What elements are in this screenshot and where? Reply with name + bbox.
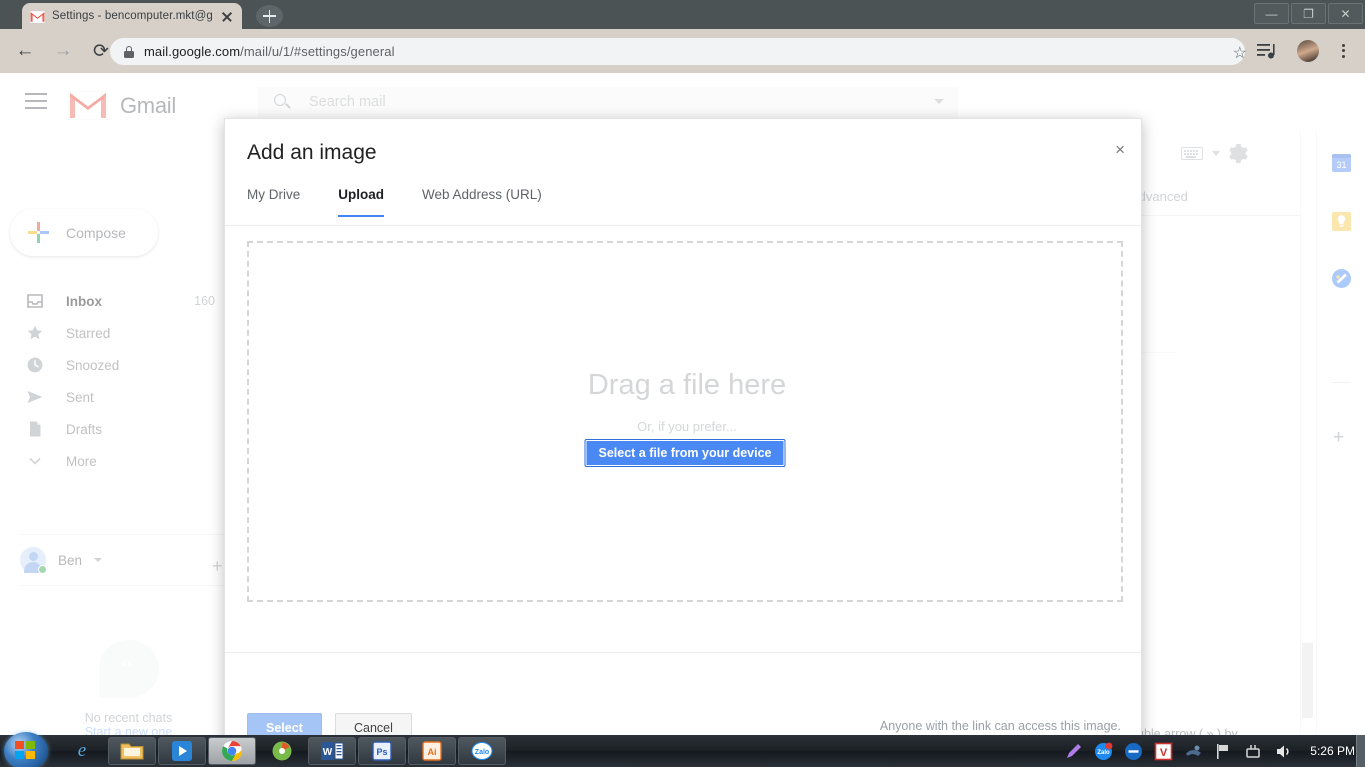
taskbar-microsoft-word[interactable]: W <box>308 737 356 765</box>
lock-icon <box>124 45 134 58</box>
start-button[interactable] <box>4 732 48 767</box>
minimize-button[interactable]: — <box>1254 3 1289 24</box>
dialog-tabs: My Drive Upload Web Address (URL) <box>247 187 542 217</box>
photoshop-icon: Ps <box>372 741 392 761</box>
unikey-icon[interactable] <box>1124 742 1143 761</box>
taskbar-zalo[interactable]: Zalo <box>458 737 506 765</box>
dropzone-headline: Drag a file here <box>587 369 787 401</box>
zalo-tray-icon[interactable]: Zalo <box>1094 742 1113 761</box>
browser-window: Settings - bencomputer.mkt@gm — ❐ ✕ ← → … <box>0 0 1365 735</box>
illustrator-icon: Ai <box>422 741 442 761</box>
windows-logo-icon <box>15 741 37 761</box>
show-desktop-button[interactable] <box>1356 735 1365 767</box>
word-icon: W <box>321 742 344 760</box>
tab-title: Settings - bencomputer.mkt@gm <box>52 10 213 22</box>
taskbar-unknown-green-app[interactable] <box>258 737 306 765</box>
svg-text:Ps: Ps <box>376 747 387 757</box>
chrome-icon <box>222 741 242 761</box>
divider <box>225 652 1141 653</box>
taskbar-adobe-illustrator[interactable]: Ai <box>408 737 456 765</box>
media-player-icon <box>172 741 192 761</box>
svg-text:Zalo: Zalo <box>1098 750 1111 756</box>
star-icon[interactable]: ☆ <box>1233 43 1247 63</box>
url-host: mail.google.com <box>144 44 241 59</box>
pen-icon[interactable] <box>1064 742 1083 761</box>
printer-icon[interactable] <box>1184 742 1203 761</box>
close-icon[interactable] <box>220 9 234 23</box>
window-controls: — ❐ ✕ <box>1254 0 1365 29</box>
gmail-page: Gmail Search mail ? B Compose <box>0 73 1365 735</box>
dialog-footer-note: Anyone with the link can access this ima… <box>879 719 1121 733</box>
add-image-dialog: Add an image × My Drive Upload Web Addre… <box>224 118 1142 735</box>
browser-tab[interactable]: Settings - bencomputer.mkt@gm <box>22 3 242 29</box>
close-icon[interactable]: × <box>1115 141 1125 158</box>
taskbar-internet-explorer[interactable]: e <box>58 737 106 765</box>
url-path: /mail/u/1/#settings/general <box>240 44 395 59</box>
select-button[interactable]: Select <box>247 713 322 735</box>
browser-toolbar: ← → ⟳ mail.google.com/mail/u/1/#settings… <box>0 29 1365 73</box>
avg-icon[interactable]: V <box>1154 742 1173 761</box>
dropzone-subtext: Or, if you prefer... <box>637 419 737 434</box>
volume-icon[interactable] <box>1274 742 1293 761</box>
divider <box>225 225 1141 226</box>
cancel-button[interactable]: Cancel <box>335 713 412 735</box>
folder-icon <box>120 743 144 760</box>
maximize-button[interactable]: ❐ <box>1291 3 1326 24</box>
gmail-icon <box>29 10 46 24</box>
back-button[interactable]: ← <box>12 38 38 64</box>
media-list-icon[interactable] <box>1257 42 1277 65</box>
network-icon[interactable] <box>1244 742 1263 761</box>
browser-titlebar: Settings - bencomputer.mkt@gm — ❐ ✕ <box>0 0 1365 29</box>
file-dropzone[interactable]: Drag a file here Or, if you prefer... Se… <box>247 241 1123 602</box>
ie-icon: e <box>77 740 87 761</box>
select-file-button[interactable]: Select a file from your device <box>584 439 786 467</box>
close-window-button[interactable]: ✕ <box>1328 3 1363 24</box>
tab-web-address[interactable]: Web Address (URL) <box>422 187 542 217</box>
dialog-title: Add an image <box>247 141 377 164</box>
tab-upload[interactable]: Upload <box>338 187 384 217</box>
flag-icon[interactable] <box>1214 742 1233 761</box>
svg-text:V: V <box>1160 747 1168 759</box>
windows-taskbar: e W Ps Ai Zalo Zalo V 5:26 PM <box>0 732 1365 767</box>
new-tab-button[interactable] <box>256 5 283 27</box>
taskbar-adobe-photoshop[interactable]: Ps <box>358 737 406 765</box>
taskbar-media-player[interactable] <box>158 737 206 765</box>
svg-text:Ai: Ai <box>428 747 437 757</box>
zalo-icon: Zalo <box>471 742 493 760</box>
taskbar-google-chrome[interactable] <box>208 737 256 765</box>
forward-button[interactable]: → <box>50 38 76 64</box>
taskbar-file-explorer[interactable] <box>108 737 156 765</box>
kebab-menu-icon[interactable] <box>1333 41 1353 61</box>
system-tray: Zalo V 5:26 PM <box>1064 735 1365 767</box>
green-app-icon <box>272 741 292 761</box>
address-bar[interactable]: mail.google.com/mail/u/1/#settings/gener… <box>110 38 1245 65</box>
taskbar-clock[interactable]: 5:26 PM <box>1310 744 1355 758</box>
chrome-profile-avatar[interactable] <box>1297 40 1319 62</box>
svg-text:W: W <box>323 747 333 758</box>
tab-my-drive[interactable]: My Drive <box>247 187 300 217</box>
svg-text:Zalo: Zalo <box>475 749 489 756</box>
